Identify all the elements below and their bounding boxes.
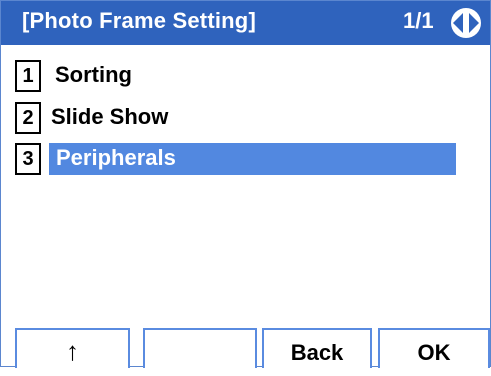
title-bar: [Photo Frame Setting] 1/1: [1, 1, 490, 45]
phone-screen: [Photo Frame Setting] 1/1 1 Sorting 2 Sl…: [0, 0, 491, 368]
menu-item-label: Sorting: [55, 62, 132, 87]
up-arrow-icon: ↑: [66, 336, 79, 366]
menu-item-sorting[interactable]: 1 Sorting: [15, 60, 475, 93]
menu-item-number: 2: [15, 102, 41, 134]
menu-item-peripherals[interactable]: 3 Peripherals: [15, 143, 475, 176]
menu-item-label: Slide Show: [51, 104, 169, 129]
menu-item-number: 3: [15, 143, 41, 175]
softkey-ok-button[interactable]: OK: [378, 328, 490, 368]
menu-item-label: Peripherals: [56, 145, 176, 170]
menu-item-slide-show[interactable]: 2 Slide Show: [15, 102, 475, 135]
page-indicator: 1/1: [403, 8, 434, 33]
softkey-blank-button[interactable]: [143, 328, 257, 368]
left-right-arrows-icon[interactable]: [450, 7, 482, 39]
softkey-up-button[interactable]: ↑: [15, 328, 130, 368]
menu-item-number: 1: [15, 60, 41, 92]
softkey-back-button[interactable]: Back: [262, 328, 372, 368]
page-title: [Photo Frame Setting]: [22, 8, 256, 33]
